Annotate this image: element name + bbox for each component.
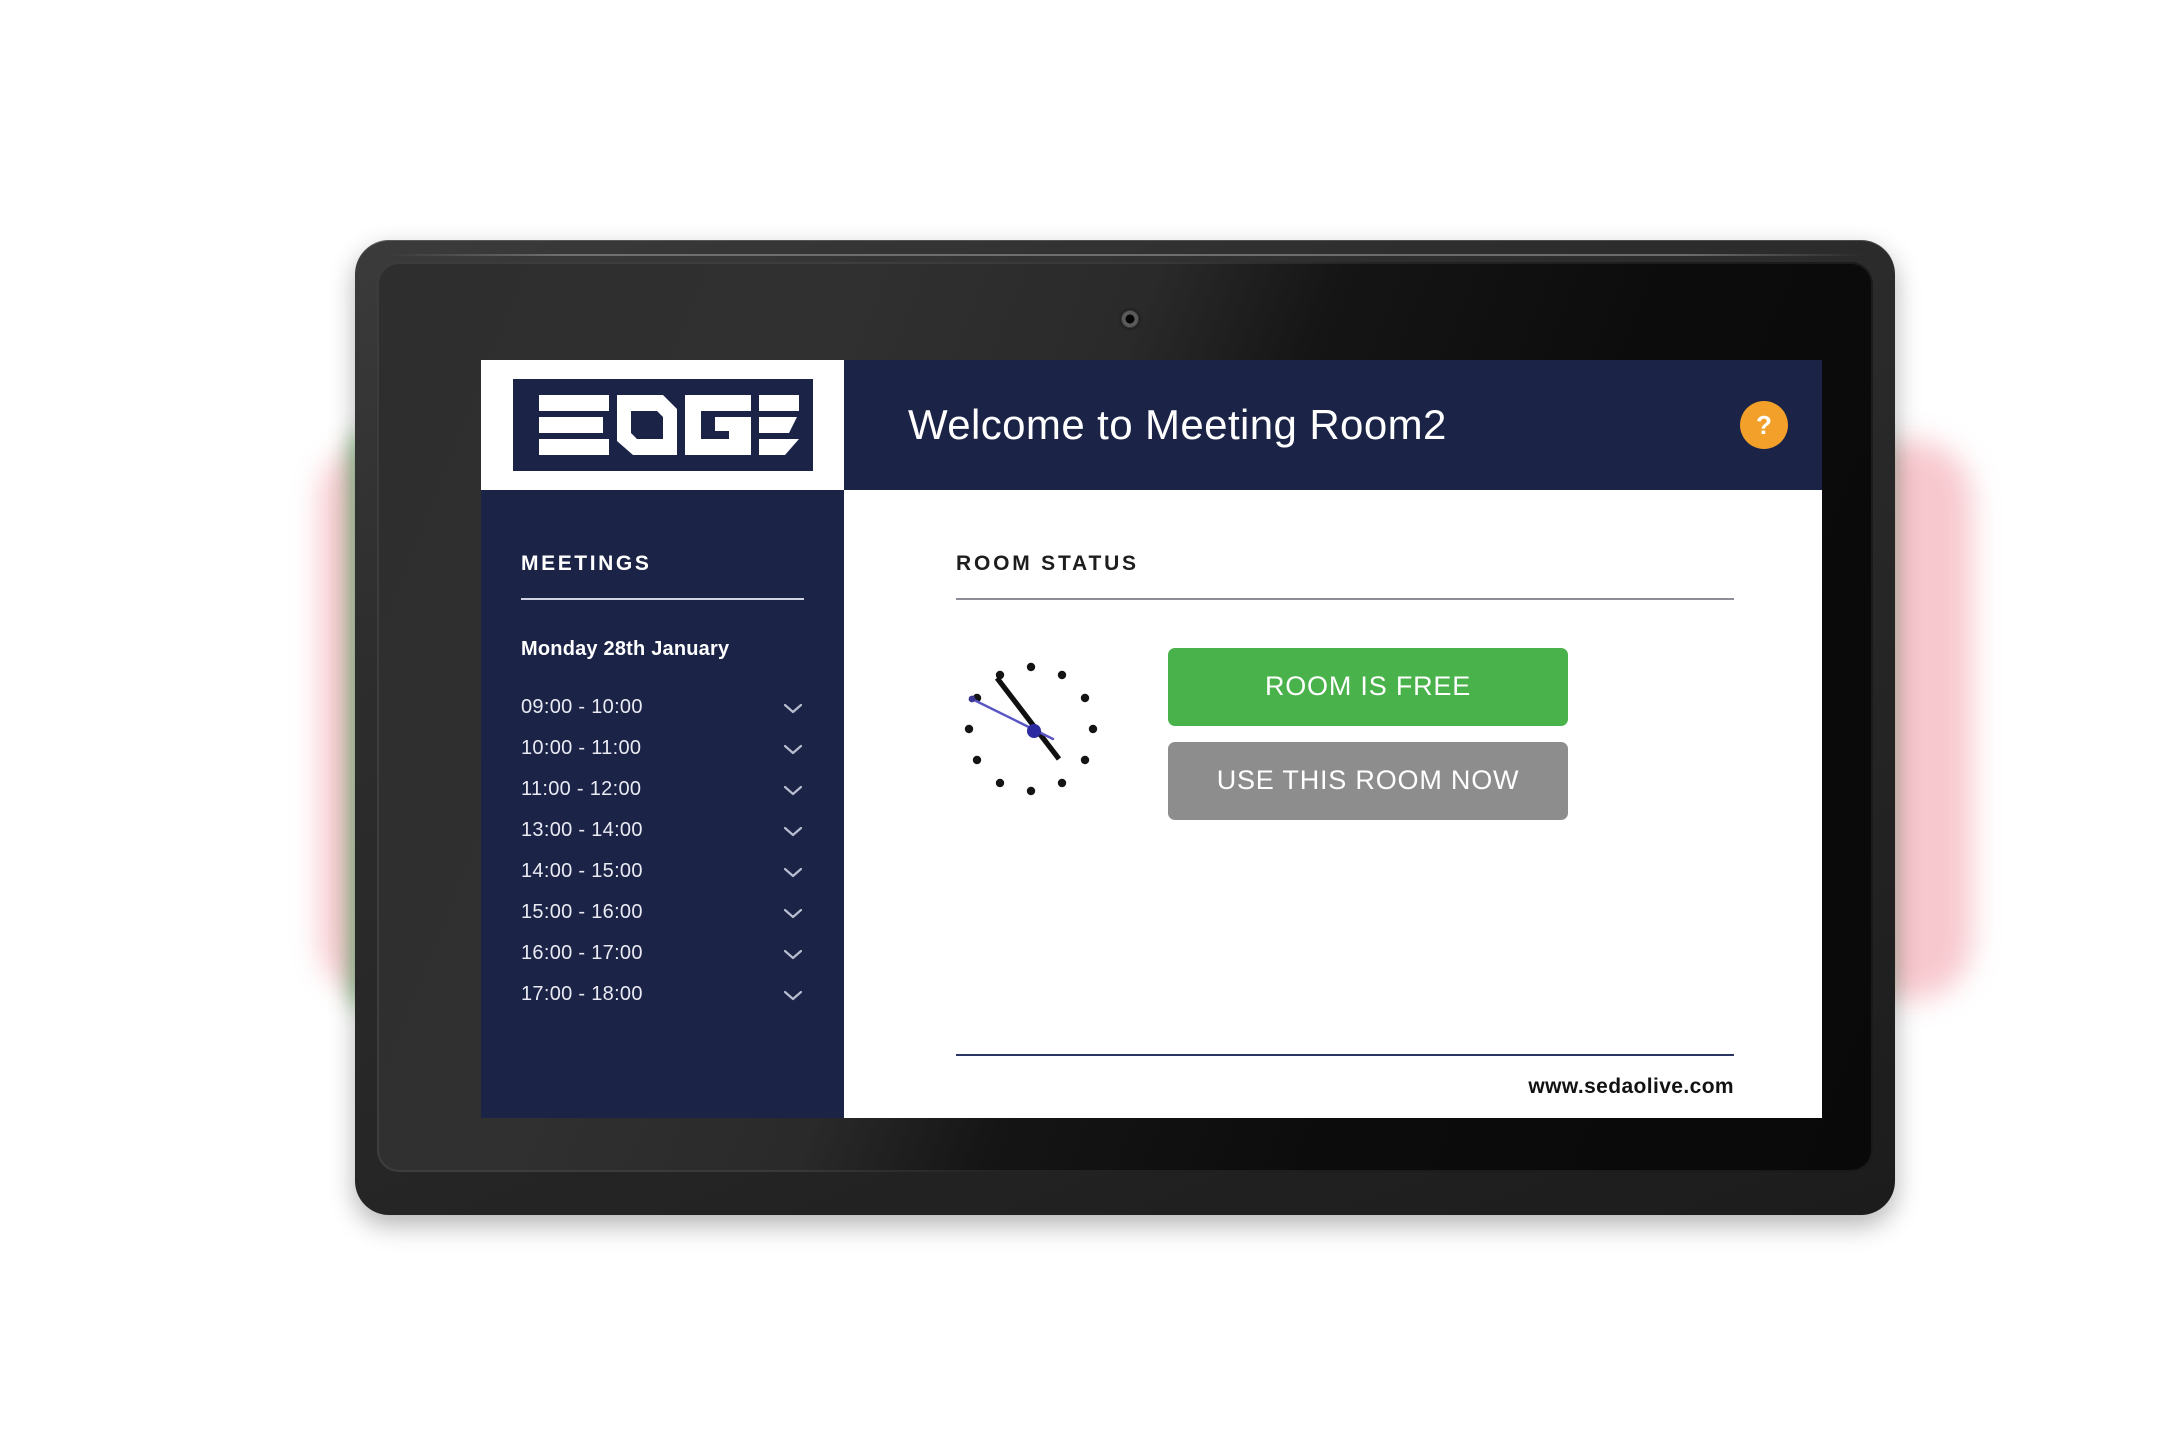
list-item[interactable]: 14:00 - 15:00: [521, 851, 804, 892]
chevron-down-icon[interactable]: [782, 701, 804, 715]
room-booking-app: Welcome to Meeting Room2 ? MEETINGS Mond…: [481, 360, 1822, 1118]
status-row: ROOM IS FREE USE THIS ROOM NOW: [956, 647, 1734, 820]
main-spacer: [956, 820, 1734, 1055]
chevron-down-icon[interactable]: [782, 906, 804, 920]
chevron-down-icon[interactable]: [782, 783, 804, 797]
chevron-down-icon[interactable]: [782, 824, 804, 838]
section-divider: [956, 598, 1734, 600]
list-item[interactable]: 17:00 - 18:00: [521, 974, 804, 1015]
list-item[interactable]: 15:00 - 16:00: [521, 892, 804, 933]
list-item[interactable]: 10:00 - 11:00: [521, 728, 804, 769]
sidebar-date-label: Monday 28th January: [521, 638, 730, 660]
app-header: Welcome to Meeting Room2 ?: [844, 360, 1822, 490]
app-footer: www.sedaolive.com: [956, 1056, 1734, 1118]
screenshot-stage: Welcome to Meeting Room2 ? MEETINGS Mond…: [0, 0, 2160, 1435]
list-item[interactable]: 09:00 - 10:00: [521, 687, 804, 728]
tablet-device-shell: Welcome to Meeting Room2 ? MEETINGS Mond…: [355, 240, 1895, 1215]
section-heading: ROOM STATUS: [956, 552, 1139, 575]
app-top-bar: Welcome to Meeting Room2 ?: [481, 360, 1822, 490]
tablet-screen-bezel: Welcome to Meeting Room2 ? MEETINGS Mond…: [377, 262, 1873, 1172]
chevron-down-icon[interactable]: [782, 947, 804, 961]
edge-wordmark-logo: [512, 379, 813, 471]
slot-time-label: 10:00 - 11:00: [521, 737, 642, 759]
brand-logo: [481, 360, 844, 490]
status-badge[interactable]: ROOM IS FREE: [1168, 647, 1568, 726]
app-body: MEETINGS Monday 28th January 09:00 - 10:…: [481, 490, 1822, 1118]
front-camera-icon: [1121, 310, 1139, 328]
slot-time-label: 14:00 - 15:00: [521, 860, 643, 882]
list-item[interactable]: 16:00 - 17:00: [521, 933, 804, 974]
help-button[interactable]: ?: [1740, 401, 1788, 449]
footer-url-label: www.sedaolive.com: [1528, 1075, 1734, 1098]
list-item[interactable]: 11:00 - 12:00: [521, 769, 804, 810]
slot-time-label: 15:00 - 16:00: [521, 901, 643, 923]
page-title: Welcome to Meeting Room2: [908, 401, 1447, 448]
room-status-panel: ROOM STATUS ROOM IS FREE USE THIS ROOM N…: [844, 490, 1822, 1118]
slot-time-label: 09:00 - 10:00: [521, 696, 643, 718]
chevron-down-icon[interactable]: [782, 988, 804, 1002]
chevron-down-icon[interactable]: [782, 742, 804, 756]
sidebar-divider: [521, 598, 804, 600]
meetings-sidebar: MEETINGS Monday 28th January 09:00 - 10:…: [481, 490, 844, 1118]
slot-time-label: 13:00 - 14:00: [521, 819, 643, 841]
slot-time-label: 16:00 - 17:00: [521, 942, 643, 964]
shell-highlight: [385, 254, 1865, 256]
use-room-now-button[interactable]: USE THIS ROOM NOW: [1168, 741, 1568, 820]
slot-time-label: 17:00 - 18:00: [521, 983, 643, 1005]
slot-time-label: 11:00 - 12:00: [521, 778, 642, 800]
list-item[interactable]: 13:00 - 14:00: [521, 810, 804, 851]
analog-clock-icon: [964, 662, 1098, 795]
sidebar-heading: MEETINGS: [521, 552, 652, 575]
chevron-down-icon[interactable]: [782, 865, 804, 879]
meeting-slot-list: 09:00 - 10:00 10:00 - 11:00 11:00 - 12:0…: [521, 687, 804, 1015]
room-action-buttons: ROOM IS FREE USE THIS ROOM NOW: [1168, 647, 1568, 820]
